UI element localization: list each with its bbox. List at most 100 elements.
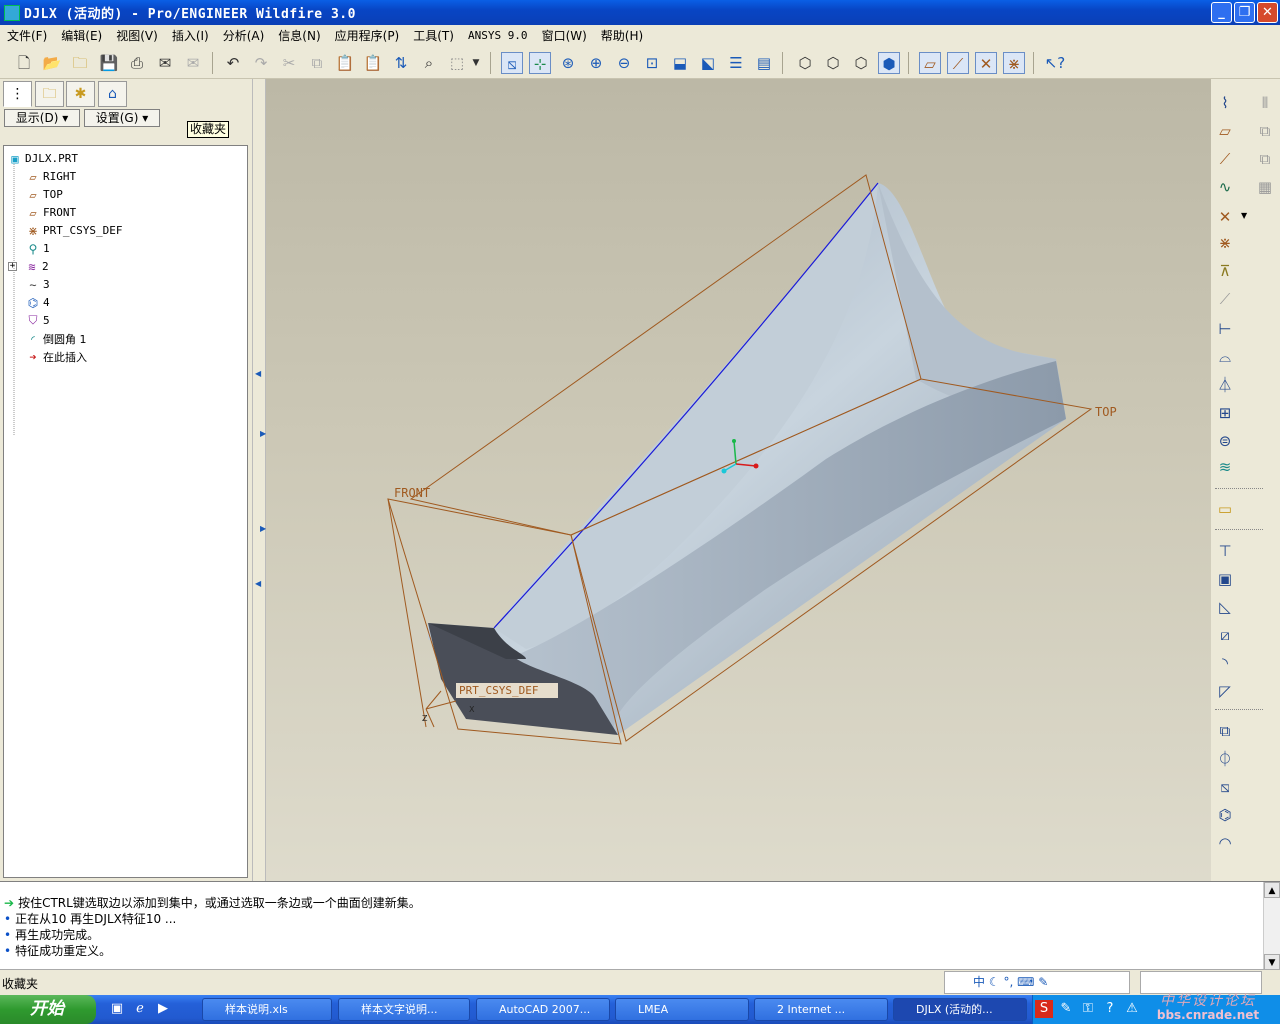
copy-icon[interactable]: ⧉ [306,52,328,74]
tab-folder-browser[interactable]: 🗀 [35,81,64,107]
ime-mode-icon[interactable]: 中 [973,975,985,989]
zoom-out-icon[interactable]: ⊖ [613,52,635,74]
sketch-tool-icon[interactable]: ⌇ [1213,91,1237,115]
menu-help[interactable]: 帮助(H) [594,27,650,44]
menu-window[interactable]: 窗口(W) [535,27,594,44]
datum-curve-tool-icon[interactable]: ∿ [1213,175,1237,199]
tree-node-3[interactable]: ∼ 3 [26,276,49,293]
settings-dropdown[interactable]: 设置(G) ▾ [84,109,160,127]
undo-icon[interactable]: ↶ [222,52,244,74]
scroll-up-icon[interactable]: ▲ [1264,882,1280,898]
task-excel[interactable]: 样本说明.xls [202,998,332,1021]
copy-feature-icon[interactable]: ⧉ [1213,719,1237,743]
menu-ansys[interactable]: ANSYS 9.0 [461,29,535,42]
menu-view[interactable]: 视图(V) [109,27,165,44]
tree-node-5[interactable]: ⛉ 5 [26,312,49,329]
ie-icon[interactable]: ℯ [131,1000,149,1018]
round-tool-icon[interactable]: ◝ [1213,651,1237,675]
draft-tool-icon[interactable]: ⧄ [1213,623,1237,647]
datum-graph-icon[interactable]: ⟋ [1213,287,1237,311]
panel-splitter[interactable]: ◀ ▶ ▶ ◀ [252,79,266,881]
graphics-window[interactable]: FRONT TOP PRT_CSYS_DEF X Z [266,79,1211,881]
save-icon[interactable]: 💾 [98,52,120,74]
ime-keyboard-icon[interactable]: ⌨ [1017,975,1034,989]
minimize-button[interactable]: _ [1211,2,1232,23]
hidden-line-icon[interactable]: ⬡ [822,52,844,74]
paste-special-icon[interactable]: 📋 [362,52,384,74]
collapse-left-icon[interactable]: ◀ [255,579,261,588]
open-session-icon[interactable]: 🗀 [69,52,91,74]
repaint-icon[interactable]: ⧅ [501,52,523,74]
boundary-blend-icon[interactable]: ⊜ [1213,429,1237,453]
message-scrollbar[interactable]: ▲ ▼ [1263,882,1280,970]
no-hidden-icon[interactable]: ⬡ [850,52,872,74]
expand-icon[interactable]: + [8,262,17,271]
task-internet[interactable]: 2 Internet ... [754,998,888,1021]
style-tool-icon[interactable]: ≋ [1213,455,1237,479]
paste-icon[interactable]: 📋 [334,52,356,74]
tab-favorites[interactable]: ✱ [66,81,95,107]
sogou-tray-icon[interactable]: S [1035,1000,1053,1018]
tree-node-1[interactable]: ⚲ 1 [26,240,50,257]
variable-sweep-icon[interactable]: ⏃ [1213,373,1237,397]
shading-icon[interactable]: ⬢ [878,52,900,74]
orient-mode-icon[interactable]: ⊛ [557,52,579,74]
new-file-icon[interactable]: 🗋 [13,52,35,74]
restore-button[interactable]: ❐ [1234,2,1255,23]
part-solid[interactable] [428,182,1066,735]
tree-node-insert-here[interactable]: ➔ 在此插入 [26,348,87,365]
find-icon[interactable]: ⌕ [418,52,440,74]
help-tray-icon[interactable]: ? [1101,1000,1119,1018]
network-tray-icon[interactable]: ⚿ [1079,1000,1097,1018]
tree-node-csys[interactable]: ⋇ PRT_CSYS_DEF [26,222,123,239]
datum-points-icon[interactable]: ✕ [975,52,997,74]
pen-tray-icon[interactable]: ✎ [1057,1000,1075,1018]
coordinate-systems-icon[interactable]: ⋇ [1003,52,1025,74]
mirror-feature-icon[interactable]: ⏀ [1213,747,1237,771]
menu-analysis[interactable]: 分析(A) [216,27,272,44]
merge-feature-icon[interactable]: ⧅ [1213,775,1237,799]
menu-edit[interactable]: 编辑(E) [54,27,109,44]
menu-tools[interactable]: 工具(T) [406,27,461,44]
zoom-in-icon[interactable]: ⊕ [585,52,607,74]
hole-tool-icon[interactable]: ⊤ [1213,539,1237,563]
datum-planes-icon[interactable]: ▱ [919,52,941,74]
menu-insert[interactable]: 插入(I) [165,27,216,44]
cosmetic-sketch-icon[interactable]: ▭ [1213,497,1237,521]
trim-tool-icon[interactable]: ⧉ [1253,147,1277,171]
redo-icon[interactable]: ↷ [250,52,272,74]
start-button[interactable]: 开始 [0,995,96,1024]
tree-node-right[interactable]: ▱ RIGHT [26,168,76,185]
desktop-icon[interactable]: ▣ [108,1000,126,1018]
saved-views-icon[interactable]: ⬕ [697,52,719,74]
analysis-feature-icon[interactable]: ⊼ [1213,259,1237,283]
refit-icon[interactable]: ⊡ [641,52,663,74]
selection-dropdown-icon[interactable]: ▼ [470,52,482,74]
print-icon[interactable]: ⎙ [126,52,148,74]
send-link-icon[interactable]: ✉ [182,52,204,74]
tree-node-4[interactable]: ⌬ 4 [26,294,50,311]
blend-tool-icon[interactable]: ⊞ [1213,401,1237,425]
datum-axes-icon[interactable]: ⟋ [947,52,969,74]
display-dropdown[interactable]: 显示(D) ▾ [4,109,80,127]
selection-box-icon[interactable]: ⬚ [446,52,468,74]
tree-node-round[interactable]: ◜ 倒圆角 1 [26,330,86,347]
ime-punct-icon[interactable]: °, [1003,975,1013,989]
datum-axis-tool-icon[interactable]: ⟋ [1213,147,1237,171]
menu-applications[interactable]: 应用程序(P) [328,27,407,44]
extrude-tool-icon[interactable]: ⊢ [1213,317,1237,341]
task-proe[interactable]: DJLX (活动的... [893,998,1027,1021]
merge-tool-icon[interactable]: ⧉ [1253,119,1277,143]
rib-tool-icon[interactable]: ◺ [1213,595,1237,619]
tree-node-root[interactable]: ▣ DJLX.PRT [8,150,78,167]
view-manager-icon[interactable]: ▤ [753,52,775,74]
spin-center-icon[interactable]: ⊹ [529,52,551,74]
csys-tool-icon[interactable]: ⋇ [1213,231,1237,255]
context-help-icon[interactable]: ↖? [1044,52,1066,74]
layers-icon[interactable]: ☰ [725,52,747,74]
tab-model-tree[interactable]: ⋮ [3,81,32,107]
media-player-icon[interactable]: ▶ [154,1000,172,1018]
tab-connections[interactable]: ⌂ [98,81,127,107]
scroll-down-icon[interactable]: ▼ [1264,954,1280,970]
task-folder[interactable]: LMEA [615,998,749,1021]
